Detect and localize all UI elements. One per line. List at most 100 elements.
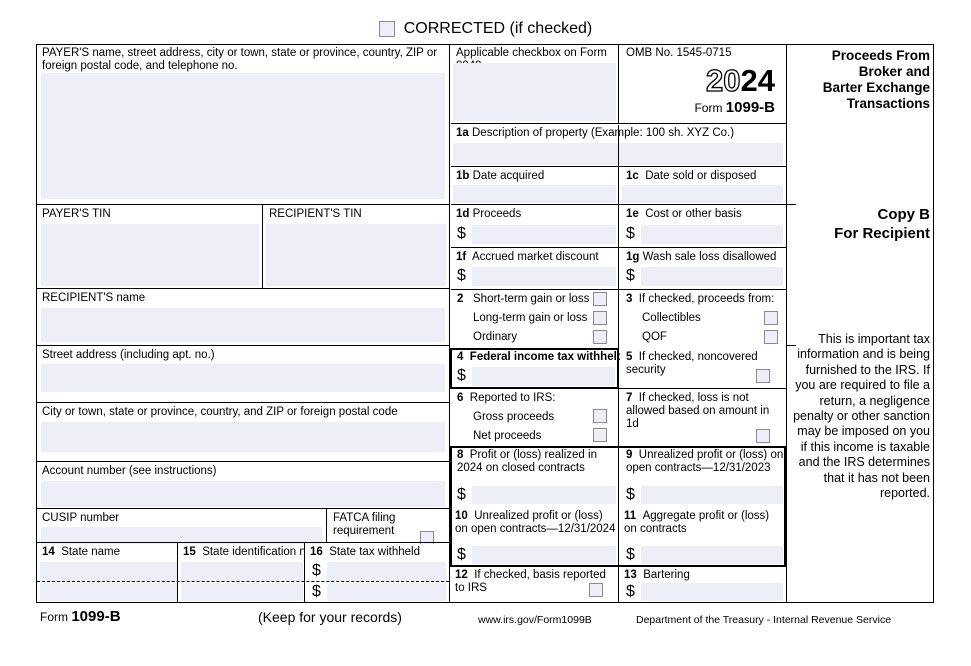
rule-account-top [37,461,449,463]
form-title: Proceeds From Broker and Barter Exchange… [788,48,930,112]
box-8949-input[interactable] [453,63,616,121]
box-12-checkbox[interactable] [589,583,603,597]
street-address-input[interactable] [41,364,445,392]
box-1d-currency: $ [457,225,466,242]
box-9-input[interactable] [641,486,783,504]
box-3-collectibles-checkbox[interactable] [764,311,778,325]
form-title-line-3: Barter Exchange [822,80,930,95]
rule-recipient-name-top [37,288,449,290]
box-2-long-term-checkbox[interactable] [593,311,607,325]
divider-middle-right [786,45,788,603]
box-1e-input[interactable] [641,225,783,244]
recipient-tin-input[interactable] [266,224,446,286]
corrected-checkbox[interactable] [378,21,395,37]
footer-url[interactable]: www.irs.gov/Form1099B [478,613,592,627]
cusip-label: CUSIP number [37,510,325,525]
box-9-currency: $ [626,486,635,503]
box-11-currency: $ [626,546,635,563]
box-5-checkbox[interactable] [756,369,770,383]
recipient-name-label: RECIPIENT'S name [37,290,449,305]
payer-name-label: PAYER'S name, street address, city or to… [37,45,458,73]
box-7-label: 7 If checked, loss is not allowed based … [620,390,785,431]
box-1f-label: 1f Accrued market discount [451,249,618,264]
rule-1d-top [451,204,786,206]
rule-1a-top [451,123,786,125]
box-6-net-proceeds-checkbox[interactable] [593,428,607,442]
box-1g-label: 1g Wash sale loss disallowed [620,249,785,264]
tax-year: 2024 [705,63,775,98]
box-1b-label: 1b Date acquired [451,168,618,183]
box-3-label: 3 If checked, proceeds from: [620,291,785,306]
box-16-row1-input[interactable] [327,562,446,581]
footer-keep-records: (Keep for your records) [258,609,402,625]
box-13-input[interactable] [641,583,783,601]
state-row-dashed-divider [37,581,449,582]
box-4-currency: $ [457,367,466,384]
form-1099b-page: CORRECTED (if checked) PAYER'S name, str… [0,0,971,666]
payer-name-input[interactable] [41,73,445,199]
form-title-line-2: Broker and [858,64,930,79]
divider-14-15 [177,543,179,603]
recipient-name-input[interactable] [41,308,445,342]
box-3-qof-checkbox[interactable] [764,330,778,344]
box-15-row2-input[interactable] [181,583,303,601]
box-10-label: 10 Unrealized profit or (loss) on open c… [451,508,621,536]
box-2-ordinary-checkbox[interactable] [593,330,607,344]
rule-city-top [37,402,449,404]
box-1d-input[interactable] [472,225,616,244]
box-4-input[interactable] [472,367,615,386]
for-recipient-label: For Recipient [834,225,930,242]
box-11-input[interactable] [641,546,783,564]
box-6-gross-proceeds-checkbox[interactable] [593,409,607,423]
box-1c-input[interactable] [622,185,783,203]
rule-2-top [451,289,786,291]
box-8-currency: $ [457,486,466,503]
box-4-label: 4 Federal income tax withheld [451,349,624,364]
divider-payer-recipient-tin [262,205,264,289]
box-3-collectibles-label: Collectibles [620,310,785,325]
box-1d-label: 1d Proceeds [451,206,618,221]
box-3-qof-label: QOF [620,329,785,344]
box-10-input[interactable] [472,546,616,564]
box-13-currency: $ [626,583,635,600]
rule-state-top [37,542,449,544]
rule-1b-top [451,166,786,168]
street-address-label: Street address (including apt. no.) [37,347,449,362]
box-1g-currency: $ [626,267,635,284]
divider-middle-inner [618,125,620,602]
box-14-row2-input[interactable] [40,583,177,601]
divider-left-middle [449,45,451,603]
rule-cusip-top [37,508,449,510]
divider-8949-omb [618,45,620,124]
box-2-short-term-checkbox[interactable] [593,292,607,306]
box-11-label: 11 Aggregate profit or (loss) on contrac… [620,508,788,536]
box-14-row1-input[interactable] [40,562,177,581]
box-8-input[interactable] [472,486,616,504]
box-1e-label: 1e Cost or other basis [620,206,785,221]
footer-form-number: Form 1099-B [40,608,121,625]
box-15-row1-input[interactable] [181,562,303,581]
payer-tin-label: PAYER'S TIN [37,206,262,221]
box-13-label: 13 Bartering [620,567,785,582]
recipient-tin-label: RECIPIENT'S TIN [264,206,449,221]
copy-b-label: Copy B [877,206,931,223]
box-6-label: 6 Reported to IRS: [451,390,618,405]
form-title-line-1: Proceeds From [831,48,930,63]
account-number-label: Account number (see instructions) [37,463,449,478]
account-number-input[interactable] [41,481,445,507]
payer-tin-input[interactable] [41,224,259,286]
box-8-label: 8 Profit or (loss) realized in 2024 on c… [451,447,619,475]
box-16-row2-currency: $ [312,583,321,600]
rule-street-top [37,345,449,347]
box-7-checkbox[interactable] [756,429,770,443]
form-title-line-4: Transactions [846,96,930,111]
city-state-zip-input[interactable] [41,422,445,452]
box-1f-input[interactable] [472,267,616,286]
box-16-label: 16 State tax withheld [306,544,449,559]
box-16-row2-input[interactable] [327,583,446,601]
omb-year-block: OMB No. 1545-0715 2024 Form 1099-B [620,45,785,123]
box-1b-input[interactable] [453,185,616,203]
box-1f-currency: $ [457,267,466,284]
rule-12-top [451,565,786,567]
box-1g-input[interactable] [641,267,783,286]
